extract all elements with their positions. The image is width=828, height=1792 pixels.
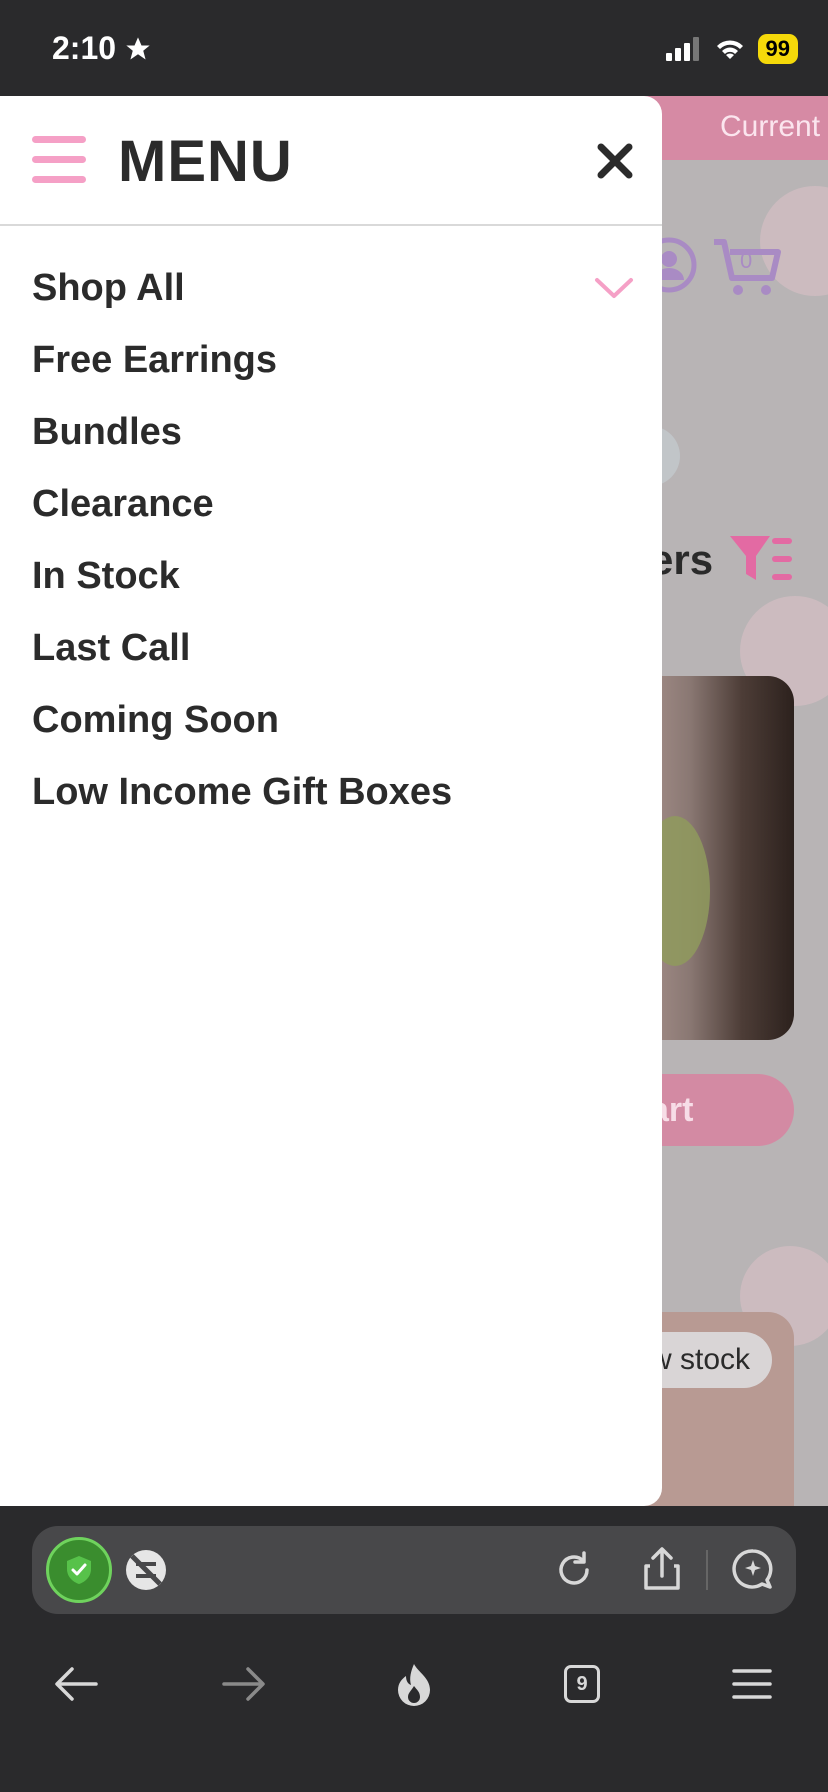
share-icon[interactable]	[638, 1544, 686, 1594]
filter-icon[interactable]	[728, 532, 794, 586]
menu-item-label: Last Call	[32, 626, 191, 669]
promo-text: Current	[720, 110, 821, 143]
ai-chat-icon[interactable]	[728, 1544, 778, 1594]
tracker-block-icon[interactable]	[120, 1544, 172, 1596]
menu-header: MENU	[0, 96, 662, 226]
menu-item-label: Low Income Gift Boxes	[32, 770, 453, 813]
checkmark-icon	[67, 1556, 91, 1584]
menu-item-coming-soon[interactable]: Coming Soon	[32, 684, 642, 756]
menu-item-gift-boxes[interactable]: Low Income Gift Boxes	[32, 756, 642, 828]
menu-item-label: In Stock	[32, 554, 180, 597]
toolbar-divider	[706, 1550, 708, 1590]
hamburger-icon[interactable]	[32, 136, 86, 184]
menu-item-free-earrings[interactable]: Free Earrings	[32, 324, 642, 396]
forward-icon[interactable]	[214, 1654, 274, 1714]
browser-bottom-nav: 9	[0, 1630, 828, 1730]
time-text: 2:10	[52, 30, 117, 66]
signal-icon	[665, 37, 699, 61]
back-icon[interactable]	[46, 1654, 106, 1714]
fire-icon[interactable]	[384, 1654, 444, 1714]
browser-url-bar[interactable]	[32, 1526, 796, 1614]
chevron-down-icon[interactable]	[594, 276, 634, 300]
menu-item-bundles[interactable]: Bundles	[32, 396, 642, 468]
menu-item-label: Bundles	[32, 410, 182, 453]
menu-item-clearance[interactable]: Clearance	[32, 468, 642, 540]
menu-icon[interactable]	[722, 1654, 782, 1714]
menu-item-label: Clearance	[32, 482, 214, 525]
status-time: 2:10	[52, 30, 152, 67]
menu-item-in-stock[interactable]: In Stock	[32, 540, 642, 612]
tabs-button[interactable]: 9	[552, 1654, 612, 1714]
menu-title: MENU	[118, 129, 293, 194]
menu-item-last-call[interactable]: Last Call	[32, 612, 642, 684]
status-bar: 2:10 99	[0, 0, 828, 96]
cart-count: 0	[740, 248, 753, 273]
battery-badge: 99	[757, 34, 798, 64]
tabs-count: 9	[564, 1665, 600, 1703]
star-icon	[126, 36, 150, 59]
reload-icon[interactable]	[550, 1546, 598, 1594]
menu-item-label: Coming Soon	[32, 698, 279, 741]
shield-icon[interactable]	[46, 1537, 112, 1603]
menu-list: Shop All Free Earrings Bundles Clearance…	[32, 252, 642, 828]
menu-item-label: Free Earrings	[32, 338, 277, 381]
status-indicators: 99	[665, 34, 798, 64]
wifi-icon	[716, 40, 743, 59]
menu-drawer: MENU Shop All Free Earrings Bundles Clea…	[0, 96, 662, 1506]
menu-item-label: Shop All	[32, 266, 185, 309]
close-icon[interactable]	[596, 142, 634, 180]
menu-item-shop-all[interactable]: Shop All	[32, 252, 642, 324]
